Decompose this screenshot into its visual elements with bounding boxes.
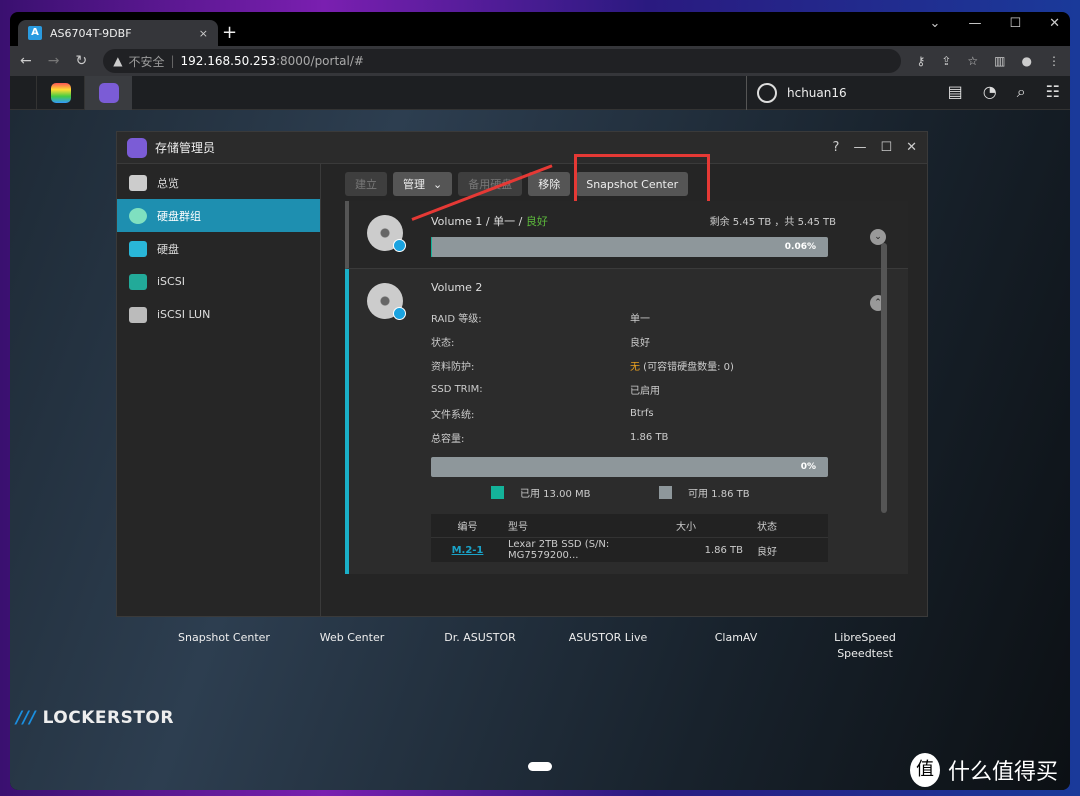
detail-raid: RAID 等级: 单一: [431, 313, 650, 325]
portal-header: hchuan16 ▤ ◔ ⌕ ☷: [10, 75, 1070, 110]
portal-tab-app-central[interactable]: [36, 75, 84, 110]
sidebar-item-iscsi-lun[interactable]: iSCSI LUN: [117, 298, 320, 331]
detail-trim: SSD TRIM: 已启用: [431, 383, 660, 397]
side-panel-icon[interactable]: ▥: [994, 54, 1005, 68]
detail-protection: 资料防护: 无 (可容错硬盘数量: 0): [431, 361, 734, 373]
table-row: M.2-1 Lexar 2TB SSD (S/N: MG7579200... 1.8…: [451, 539, 777, 561]
maximize-button[interactable]: ☐: [1009, 16, 1021, 31]
dashboard-gauge-icon[interactable]: ◔: [983, 82, 997, 102]
key-icon[interactable]: ⚷: [917, 54, 926, 68]
bookmark-star-icon[interactable]: ☆: [967, 54, 978, 68]
sidebar-item-overview[interactable]: 总览: [117, 166, 320, 199]
browser-window: A AS6704T-9DBF × + ⌄ — ☐ ✕ ← → ↻ ▲ 不安全 |…: [10, 12, 1070, 790]
page-indicator[interactable]: [528, 762, 552, 771]
url-input[interactable]: ▲ 不安全 | 192.168.50.253:8000/portal/#: [103, 49, 901, 73]
volume-1-status: 良好: [525, 215, 548, 228]
volume-1-usage-bar: 0.06%: [431, 237, 828, 257]
dialog-maximize-button[interactable]: ☐: [880, 140, 892, 155]
lun-icon: [129, 306, 147, 323]
close-button[interactable]: ✕: [1049, 16, 1060, 31]
avatar: [757, 83, 777, 103]
desktop-app-snapshot-center[interactable]: Snapshot Center: [160, 630, 288, 662]
tab-title: AS6704T-9DBF: [50, 26, 132, 40]
url-host: 192.168.50.253: [180, 54, 276, 68]
desktop-app-librespeed[interactable]: LibreSpeed Speedtest: [820, 630, 910, 662]
remove-button[interactable]: 移除: [528, 172, 571, 196]
settings-sliders-icon[interactable]: ☷: [1046, 82, 1060, 102]
tab-close-button[interactable]: ×: [199, 27, 208, 40]
detail-filesystem: 文件系统: Btrfs: [431, 407, 654, 421]
forward-icon[interactable]: →: [48, 53, 60, 69]
storage-manager-icon: [98, 82, 119, 103]
search-icon[interactable]: ⌕: [1017, 82, 1026, 102]
volume-2-title: Volume 2: [431, 281, 483, 294]
browser-tab[interactable]: A AS6704T-9DBF ×: [18, 20, 218, 46]
new-tab-button[interactable]: +: [222, 22, 237, 43]
check-icon: [393, 239, 406, 252]
tab-search-button[interactable]: ⌄: [930, 16, 941, 31]
table-header: 编号 型号 大小 状态: [431, 514, 828, 538]
disk-table: 编号 型号 大小 状态 M.2-1 Lexar 2TB SSD (S/N: MG7579…: [431, 514, 828, 562]
volume-list: Volume 1 / 单一 / 良好 剩余 5.45 TB ，共 5.45 TB…: [345, 201, 908, 574]
sidebar-item-volumes[interactable]: 硬盘群组: [117, 199, 320, 232]
free-swatch: [659, 486, 672, 499]
volume-2-card[interactable]: Volume 2 ⌃ RAID 等级: 单一 状态: 良好 资料防护: 无 (可容错硬…: [345, 269, 908, 574]
url-path: :8000/portal/#: [275, 54, 364, 68]
toolbar: 建立 管理 ⌄ 备用硬盘 移除 Snapshot Center: [322, 154, 927, 210]
sidebar-item-disks[interactable]: 硬盘: [117, 232, 320, 265]
dialog-titlebar[interactable]: 存储管理员 ? — ☐ ✕: [117, 132, 927, 164]
main-panel: 建立 管理 ⌄ 备用硬盘 移除 Snapshot Center Volume 1 …: [322, 154, 927, 616]
tab-strip: A AS6704T-9DBF × + ⌄ — ☐ ✕: [10, 12, 1070, 46]
desktop-app-asustor-live[interactable]: ASUSTOR Live: [544, 630, 672, 662]
sidebar-item-iscsi[interactable]: iSCSI: [117, 265, 320, 298]
share-icon[interactable]: ⇪: [941, 54, 951, 68]
used-swatch: [491, 486, 504, 499]
portal-tab-storage-manager[interactable]: [84, 75, 132, 110]
dialog-title: 存储管理员: [155, 141, 216, 155]
disk-link[interactable]: M.2-1: [452, 545, 484, 556]
desktop-app-dr-asustor[interactable]: Dr. ASUSTOR: [416, 630, 544, 662]
overview-icon: [129, 174, 147, 191]
insecure-label: 不安全: [128, 54, 165, 69]
storage-manager-dialog: 存储管理员 ? — ☐ ✕ 总览 硬盘群组 硬盘 iSCSI iSCSI LUN…: [116, 131, 928, 617]
username: hchuan16: [787, 86, 847, 100]
volume-1-capacity: 剩余 5.45 TB ，共 5.45 TB: [709, 217, 836, 228]
reload-icon[interactable]: ↻: [75, 53, 87, 69]
check-icon: [393, 307, 406, 320]
chevron-down-icon: ⌄: [433, 177, 443, 191]
lockerstor-logo: /// LOCKERSTOR: [16, 708, 174, 728]
profile-icon[interactable]: ●: [1022, 54, 1032, 68]
watermark: 值什么值得买: [910, 753, 1058, 787]
asustor-favicon-icon: A: [28, 26, 42, 40]
dialog-minimize-button[interactable]: —: [853, 140, 866, 155]
desktop-app-clamav[interactable]: ClamAV: [672, 630, 800, 662]
address-bar-row: ← → ↻ ▲ 不安全 | 192.168.50.253:8000/portal…: [10, 46, 1070, 76]
disk-icon: [129, 240, 147, 257]
minimize-button[interactable]: —: [968, 16, 981, 31]
app-central-icon: [50, 82, 71, 103]
desktop: Snapshot Center Web Center Dr. ASUSTOR A…: [10, 110, 1070, 790]
message-icon[interactable]: ▤: [948, 82, 963, 102]
spare-disk-button[interactable]: 备用硬盘: [458, 172, 523, 196]
warning-icon: ▲: [113, 54, 123, 68]
storage-manager-icon: [127, 137, 147, 158]
menu-icon[interactable]: ⋮: [1048, 54, 1060, 68]
back-icon[interactable]: ←: [20, 53, 32, 69]
scrollbar[interactable]: [881, 243, 887, 513]
iscsi-icon: [129, 273, 147, 290]
detail-capacity: 总容量: 1.86 TB: [431, 431, 669, 445]
help-button[interactable]: ?: [833, 140, 840, 155]
volume-2-usage-bar: 0%: [431, 457, 828, 477]
volume-icon: [129, 207, 147, 224]
dialog-close-button[interactable]: ✕: [906, 140, 917, 155]
user-menu[interactable]: hchuan16: [746, 76, 847, 110]
usage-legend: 已用 13.00 MB 可用 1.86 TB: [491, 485, 827, 500]
manage-dropdown[interactable]: 管理 ⌄: [393, 172, 453, 196]
sidebar: 总览 硬盘群组 硬盘 iSCSI iSCSI LUN: [117, 164, 321, 616]
detail-status: 状态: 良好: [431, 337, 650, 349]
desktop-app-web-center[interactable]: Web Center: [288, 630, 416, 662]
create-button[interactable]: 建立: [345, 172, 387, 196]
